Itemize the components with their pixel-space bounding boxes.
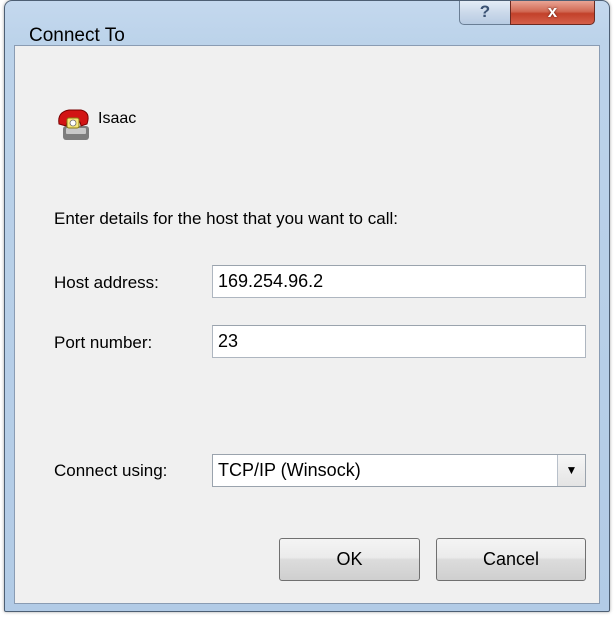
port-number-input[interactable]: 23	[212, 325, 586, 358]
help-button[interactable]: ?	[459, 1, 511, 25]
title-bar[interactable]: Connect To ? x	[5, 1, 609, 46]
entry-name: Isaac	[98, 110, 137, 127]
connect-to-dialog: Connect To ? x Isaac Enter details for t…	[4, 0, 610, 612]
ok-button[interactable]: OK	[279, 538, 420, 581]
cancel-button[interactable]: Cancel	[436, 538, 586, 581]
port-number-label: Port number:	[54, 333, 153, 352]
connect-using-value: TCP/IP (Winsock)	[218, 460, 361, 480]
instructions-text: Enter details for the host that you want…	[54, 209, 398, 228]
connect-using-label: Connect using:	[54, 461, 168, 480]
connect-using-select[interactable]: TCP/IP (Winsock) ▼	[212, 454, 586, 487]
host-address-label: Host address:	[54, 273, 159, 292]
close-button[interactable]: x	[510, 1, 595, 25]
window-title: Connect To	[29, 25, 125, 46]
host-address-input[interactable]: 169.254.96.2	[212, 265, 586, 298]
chevron-down-icon[interactable]: ▼	[557, 455, 585, 486]
dialog-body: Isaac Enter details for the host that yo…	[14, 45, 600, 604]
phone-icon	[58, 109, 89, 140]
